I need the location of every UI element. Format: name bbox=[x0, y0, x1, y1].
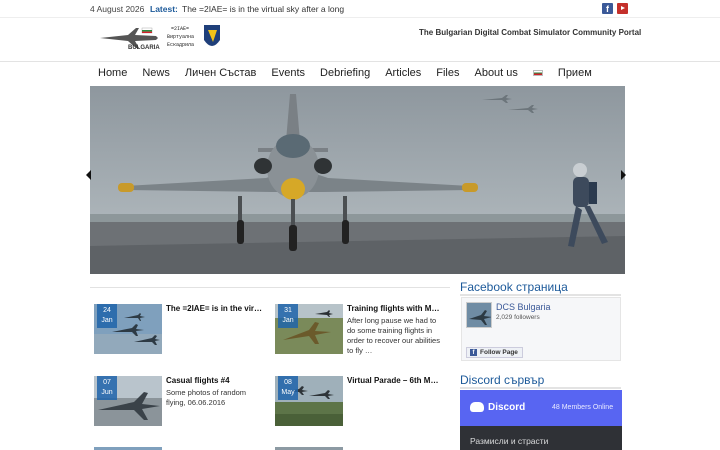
widget-title-rule bbox=[460, 294, 621, 296]
nav-item-articles[interactable]: Articles bbox=[385, 67, 421, 79]
nav-item-news[interactable]: News bbox=[142, 67, 170, 79]
post-title[interactable]: Virtual Parade – 6th M… bbox=[347, 376, 445, 385]
discord-channel-item[interactable]: Размисли и страсти bbox=[470, 436, 548, 446]
top-bar: 4 August 2026 Latest: The =2IAE= is in t… bbox=[0, 0, 720, 18]
content-divider bbox=[90, 287, 450, 288]
discord-widget[interactable]: Discord 48 Members Online Размисли и стр… bbox=[460, 390, 622, 450]
facebook-widget-title: Facebook страница bbox=[460, 280, 568, 294]
slider-prev-arrow-icon[interactable] bbox=[86, 170, 91, 180]
post-date-badge: 07 Jun bbox=[97, 376, 117, 400]
widget-title-rule bbox=[460, 387, 621, 389]
facebook-followers-count: 2,029 followers bbox=[496, 314, 540, 321]
post-day: 07 bbox=[103, 379, 111, 386]
nav-item-about-us[interactable]: About us bbox=[474, 67, 517, 79]
facebook-page-name[interactable]: DCS Bulgaria bbox=[496, 302, 551, 312]
post-title[interactable]: The =2IAE= is in the vir… bbox=[166, 304, 264, 313]
site-logo[interactable]: BULGARIA =2IAE= Виртуална Ескадрила bbox=[98, 22, 224, 54]
post-card[interactable]: 08 May Virtual Parade – 6th M… bbox=[275, 376, 455, 436]
discord-logo-icon bbox=[470, 402, 484, 412]
current-date: 4 August 2026 bbox=[90, 4, 145, 14]
post-card[interactable]: 24 Jan The =2IAE= is in the vir… bbox=[94, 304, 274, 364]
post-date-badge: 31 Jan bbox=[278, 304, 298, 328]
post-excerpt: Some photos of random flying, 06.06.2016 bbox=[166, 388, 247, 407]
post-card[interactable]: 07 Jun Casual flights #4 Some photos of … bbox=[94, 376, 274, 436]
post-excerpt: After long pause we had to do some train… bbox=[347, 316, 440, 355]
slider-next-arrow-icon[interactable] bbox=[621, 170, 626, 180]
post-day: 24 bbox=[103, 307, 111, 314]
post-month: Jun bbox=[101, 389, 113, 396]
svg-text:Виртуална: Виртуална bbox=[167, 34, 194, 40]
post-date-badge: 24 Jan bbox=[97, 304, 117, 328]
hero-image bbox=[90, 86, 625, 274]
post-date-badge: 08 May bbox=[278, 376, 298, 400]
post-day: 31 bbox=[284, 307, 292, 314]
squadron-shield-icon bbox=[204, 25, 220, 46]
nav-item-recruitment[interactable]: Прием bbox=[558, 67, 592, 79]
post-month: May bbox=[281, 389, 295, 396]
facebook-page-widget[interactable]: DCS Bulgaria 2,029 followers Follow Page bbox=[461, 297, 621, 361]
site-header: BULGARIA =2IAE= Виртуална Ескадрила The … bbox=[0, 18, 720, 61]
svg-text:=2IAE=: =2IAE= bbox=[171, 26, 189, 32]
discord-widget-header: Discord 48 Members Online bbox=[460, 390, 622, 426]
nav-item-personnel[interactable]: Личен Състав bbox=[185, 67, 257, 79]
post-card[interactable]: 31 Jan Training flights with M… After lo… bbox=[275, 304, 455, 364]
latest-label: Latest: bbox=[150, 4, 178, 14]
facebook-icon[interactable]: f bbox=[602, 3, 613, 14]
youtube-icon[interactable] bbox=[617, 3, 628, 14]
nav-item-debriefing[interactable]: Debriefing bbox=[320, 67, 370, 79]
nav-item-files[interactable]: Files bbox=[436, 67, 459, 79]
bulgarian-flag-icon[interactable] bbox=[532, 70, 543, 76]
main-navigation: Home News Личен Състав Events Debriefing… bbox=[0, 61, 720, 86]
nav-item-events[interactable]: Events bbox=[271, 67, 305, 79]
facebook-page-avatar[interactable] bbox=[466, 302, 492, 328]
svg-text:Ескадрила: Ескадрила bbox=[167, 42, 194, 48]
hero-slider[interactable] bbox=[90, 86, 625, 274]
follow-page-button[interactable]: Follow Page bbox=[466, 347, 523, 358]
post-month: Jan bbox=[101, 317, 113, 324]
site-tagline: The Bulgarian Digital Combat Simulator C… bbox=[419, 28, 642, 37]
post-title[interactable]: Casual flights #4 bbox=[166, 376, 264, 385]
latest-ticker-link[interactable]: The =2IAE= is in the virtual sky after a… bbox=[182, 4, 344, 14]
post-month: Jan bbox=[282, 317, 294, 324]
discord-members-online: 48 Members Online bbox=[552, 404, 614, 411]
post-day: 08 bbox=[284, 379, 292, 386]
logo-text-bulgaria: BULGARIA bbox=[128, 45, 160, 51]
post-title[interactable]: Training flights with M… bbox=[347, 304, 445, 313]
nav-item-home[interactable]: Home bbox=[98, 67, 127, 79]
discord-widget-title: Discord сървър bbox=[460, 373, 545, 387]
discord-brand-label: Discord bbox=[488, 402, 526, 413]
